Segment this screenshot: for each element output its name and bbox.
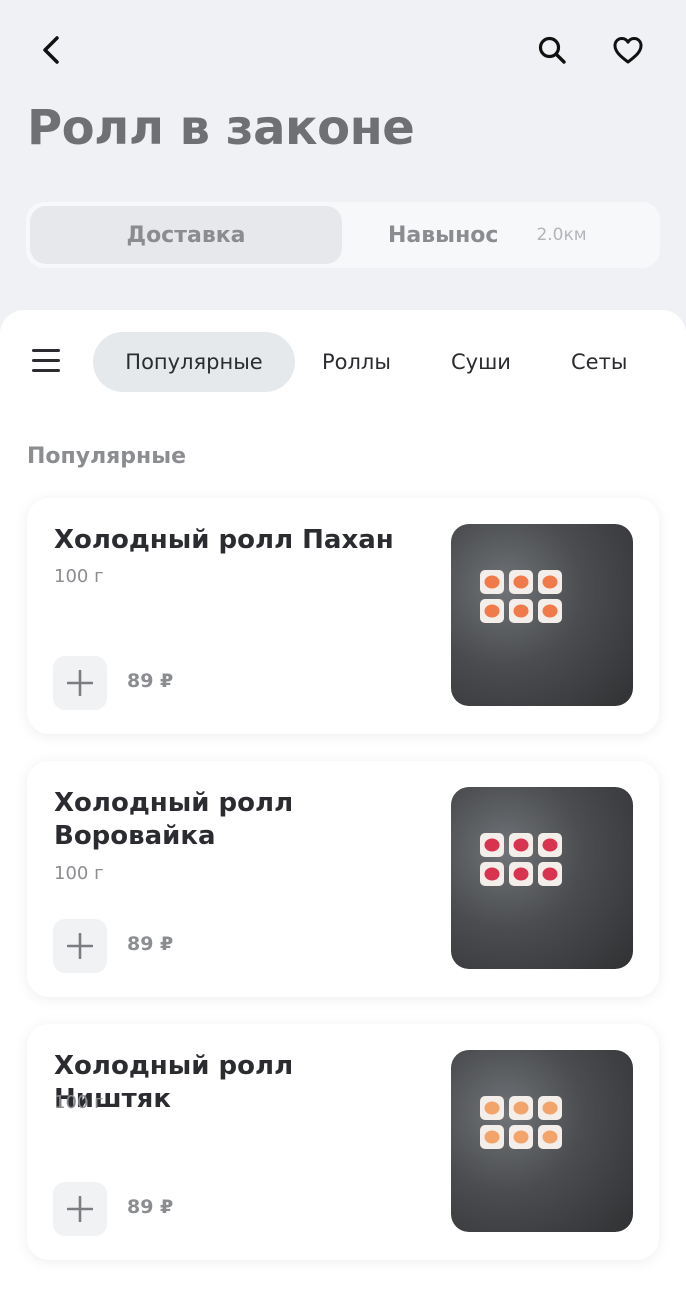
product-weight: 100 г [54,1092,104,1113]
roll-piece [509,862,533,886]
roll-piece [480,599,504,623]
roll-piece [509,570,533,594]
add-to-cart-button[interactable] [53,656,107,710]
roll-piece [538,862,562,886]
add-to-cart-button[interactable] [53,1182,107,1236]
roll-piece [480,570,504,594]
roll-piece [509,833,533,857]
pickup-distance: 2.0км [536,225,587,245]
roll-piece [538,1125,562,1149]
category-tab-sets[interactable]: Сеты [571,332,627,392]
product-weight: 100 г [54,863,104,884]
product-photo [451,1050,633,1232]
chevron-left-icon [43,36,59,64]
product-card[interactable]: Холодный ролл Пахан 100 г 89 ₽ [27,498,659,734]
plus-icon [67,1196,93,1222]
favorite-button[interactable] [600,22,656,78]
category-tab-sushi[interactable]: Суши [451,332,511,392]
roll-piece [480,1125,504,1149]
add-to-cart-button[interactable] [53,919,107,973]
product-name: Холодный ролл Ништяк [54,1051,294,1114]
category-tab-popular[interactable]: Популярные [93,332,295,392]
heart-icon [613,37,643,64]
menu-sheet: Популярные Роллы Суши Сеты Популярные Хо… [0,310,686,1300]
roll-piece [509,1096,533,1120]
roll-piece [509,599,533,623]
roll-piece [509,1125,533,1149]
product-card[interactable]: Холодный ролл Воровайка 100 г 89 ₽ [27,761,659,997]
product-price: 89 ₽ [127,1196,174,1218]
roll-piece [480,833,504,857]
roll-piece [538,599,562,623]
roll-piece [538,570,562,594]
plus-icon [67,670,93,696]
back-button[interactable] [24,22,80,78]
product-name: Холодный ролл Пахан [54,525,394,555]
category-tab-rolls[interactable]: Роллы [322,332,391,392]
roll-piece [480,1096,504,1120]
pickup-mode-label: Навынос [388,222,499,248]
product-price: 89 ₽ [127,670,174,692]
product-price: 89 ₽ [127,933,174,955]
plus-icon [67,933,93,959]
hamburger-menu-icon [32,349,60,352]
product-photo [451,787,633,969]
product-photo [451,524,633,706]
product-weight: 100 г [54,566,104,587]
pickup-mode-option[interactable]: Навынос 2.0км [366,206,656,264]
search-icon [538,36,566,64]
search-button[interactable] [524,22,580,78]
category-menu-button[interactable] [30,346,64,376]
page-title: Ролл в законе [27,100,415,156]
roll-piece [480,862,504,886]
product-card[interactable]: Холодный ролл Ништяк 100 г 89 ₽ [27,1024,659,1260]
section-title: Популярные [27,444,187,469]
roll-piece [538,833,562,857]
roll-piece [538,1096,562,1120]
delivery-mode-switch: Доставка Навынос 2.0км [26,202,660,268]
delivery-mode-label: Доставка [126,222,246,248]
delivery-mode-option[interactable]: Доставка [30,206,342,264]
product-name: Холодный ролл Воровайка [54,788,294,851]
